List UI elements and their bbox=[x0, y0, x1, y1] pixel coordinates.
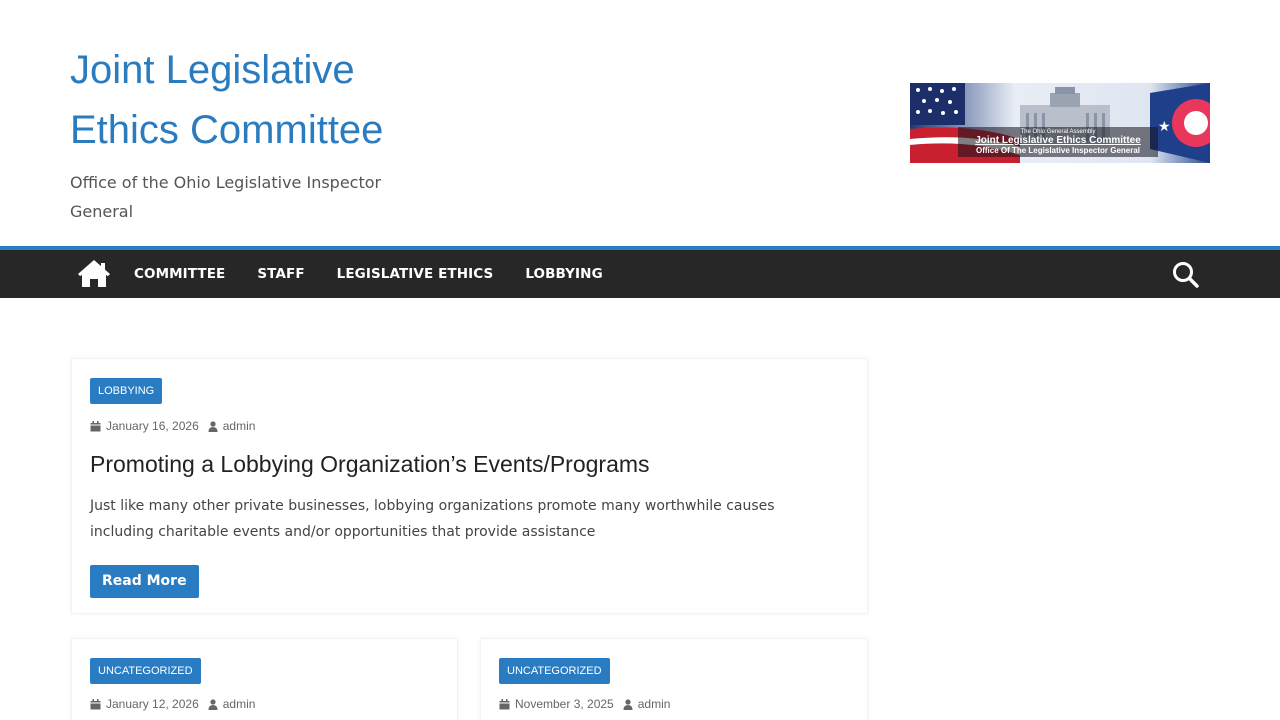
post-author[interactable]: admin bbox=[623, 697, 671, 711]
featured-post-card: LOBBYING January 16, 2026 admin Promotin… bbox=[71, 358, 868, 614]
post-meta: January 16, 2026 admin bbox=[90, 419, 264, 433]
site-header: Joint Legislative Ethics Committee Offic… bbox=[0, 0, 1280, 246]
post-meta: January 12, 2026 admin bbox=[90, 697, 264, 711]
search-icon[interactable] bbox=[1172, 261, 1199, 288]
post-date-text: January 12, 2026 bbox=[106, 697, 199, 711]
nav-item-committee[interactable]: COMMITTEE bbox=[118, 250, 241, 298]
site-title-line1[interactable]: Joint Legislative bbox=[70, 40, 430, 100]
site-description: Office of the Ohio Legislative Inspector… bbox=[70, 173, 382, 221]
calendar-icon bbox=[90, 698, 101, 709]
post-date[interactable]: January 16, 2026 bbox=[90, 419, 199, 433]
header-banner-image[interactable]: ★ The Ohio General Assembly Joint Legisl… bbox=[910, 83, 1210, 163]
post-card: UNCATEGORIZED January 12, 2026 admin bbox=[71, 638, 458, 720]
main-navigation: COMMITTEE STAFF LEGISLATIVE ETHICS LOBBY… bbox=[0, 250, 1280, 298]
site-title-line2[interactable]: Ethics Committee bbox=[70, 100, 430, 160]
nav-item-lobbying[interactable]: LOBBYING bbox=[509, 250, 618, 298]
nav-menu: COMMITTEE STAFF LEGISLATIVE ETHICS LOBBY… bbox=[118, 250, 619, 298]
post-date[interactable]: January 12, 2026 bbox=[90, 697, 199, 711]
post-author[interactable]: admin bbox=[208, 697, 256, 711]
post-author-text: admin bbox=[637, 697, 671, 711]
post-title[interactable]: Promoting a Lobbying Organization’s Even… bbox=[90, 451, 650, 478]
post-date[interactable]: November 3, 2025 bbox=[499, 697, 614, 711]
user-icon bbox=[208, 698, 218, 710]
user-icon bbox=[623, 698, 633, 710]
post-category-badge[interactable]: UNCATEGORIZED bbox=[499, 658, 610, 684]
post-author-text: admin bbox=[222, 419, 256, 433]
calendar-icon bbox=[499, 698, 510, 709]
post-date-text: November 3, 2025 bbox=[515, 697, 614, 711]
post-card: UNCATEGORIZED November 3, 2025 admin bbox=[480, 638, 868, 720]
post-category-badge[interactable]: LOBBYING bbox=[90, 378, 163, 404]
calendar-icon bbox=[90, 420, 101, 431]
site-branding: Joint Legislative Ethics Committee Offic… bbox=[70, 40, 430, 226]
svg-text:★: ★ bbox=[1158, 119, 1171, 135]
post-author[interactable]: admin bbox=[208, 419, 256, 433]
banner-graphic: ★ The Ohio General Assembly Joint Legisl… bbox=[910, 83, 1210, 163]
nav-item-staff[interactable]: STAFF bbox=[241, 250, 320, 298]
banner-text-3: Office Of The Legislative Inspector Gene… bbox=[976, 146, 1140, 155]
post-category-badge[interactable]: UNCATEGORIZED bbox=[90, 658, 201, 684]
nav-item-legislative-ethics[interactable]: LEGISLATIVE ETHICS bbox=[321, 250, 510, 298]
post-author-text: admin bbox=[222, 697, 256, 711]
home-icon[interactable] bbox=[78, 260, 110, 288]
post-date-text: January 16, 2026 bbox=[106, 419, 199, 433]
banner-text-2: Joint Legislative Ethics Committee bbox=[975, 135, 1141, 146]
user-icon bbox=[208, 420, 218, 432]
post-meta: November 3, 2025 admin bbox=[499, 697, 679, 711]
read-more-button[interactable]: Read More bbox=[90, 565, 199, 598]
post-excerpt: Just like many other private businesses,… bbox=[90, 498, 775, 540]
